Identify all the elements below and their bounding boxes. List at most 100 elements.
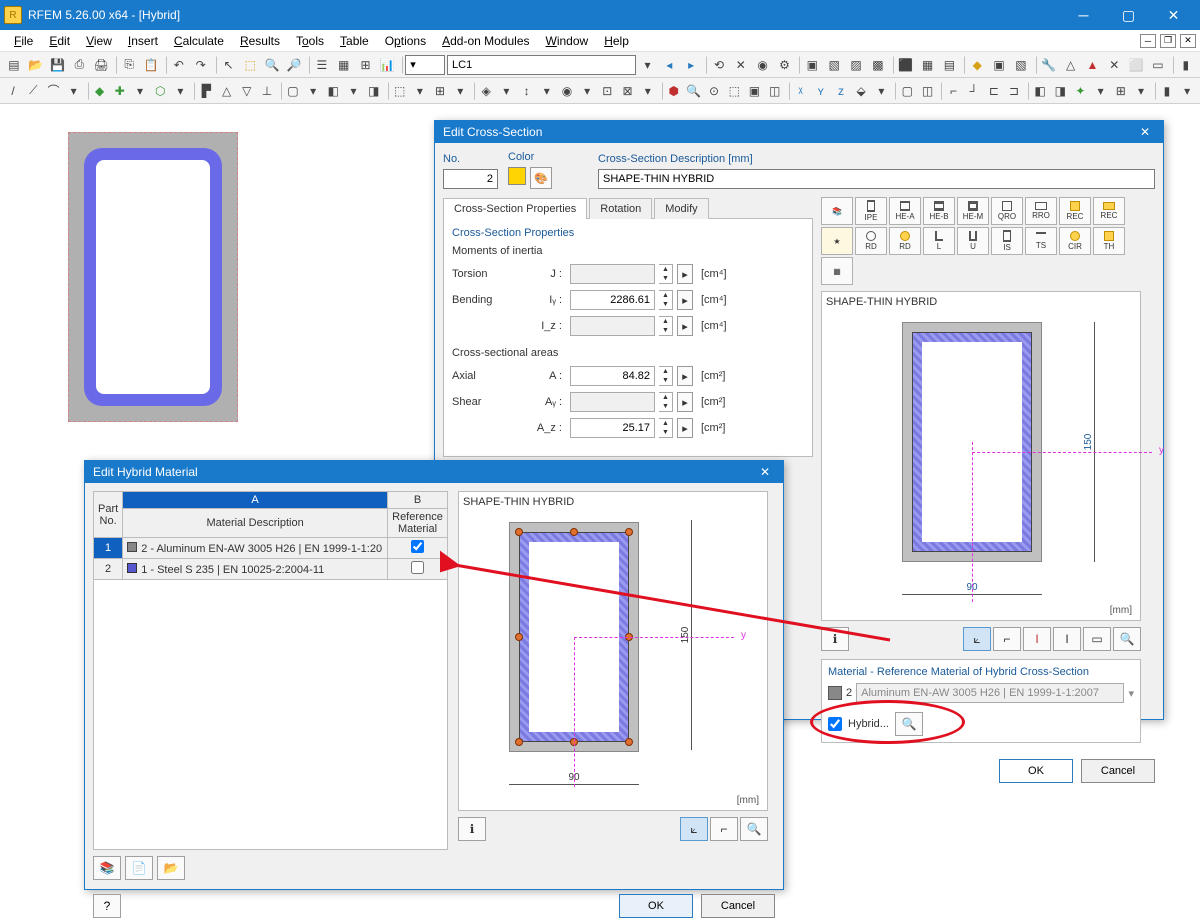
print-icon[interactable]: 🖨 — [91, 55, 111, 75]
material-dropdown-icon[interactable]: ▾ — [1128, 687, 1134, 700]
ehm-close-icon[interactable]: ✕ — [755, 465, 775, 479]
ecs-titlebar[interactable]: Edit Cross-Section ✕ — [435, 121, 1163, 143]
ehm-ok-button[interactable]: OK — [619, 894, 693, 918]
prof-heb[interactable]: HE-B — [923, 197, 955, 225]
hybrid-edit-icon[interactable]: 🔍 — [895, 712, 923, 736]
find-icon[interactable]: 🔍 — [262, 55, 282, 75]
node-c-icon[interactable]: ▾ — [131, 81, 149, 101]
maximize-button[interactable]: ▢ — [1106, 0, 1151, 30]
hybrid-checkbox[interactable] — [828, 717, 842, 731]
node-e-icon[interactable]: ▾ — [171, 81, 189, 101]
a-reset-icon[interactable]: ▸ — [677, 366, 693, 386]
copy-icon[interactable]: ⎘ — [119, 55, 139, 75]
t2-aq-icon[interactable]: ▾ — [1178, 81, 1196, 101]
tool-r-icon[interactable]: ✕ — [1104, 55, 1124, 75]
ehm-help-icon[interactable]: ? — [93, 894, 121, 918]
tool-m-icon[interactable]: ▣ — [989, 55, 1009, 75]
ehm-view-a-icon[interactable]: ⟀ — [680, 817, 708, 841]
tool-e-icon[interactable]: ▣ — [802, 55, 822, 75]
iz-spin[interactable]: ▲▼ — [659, 316, 673, 336]
t2-y-icon[interactable]: ᵡ — [792, 81, 810, 101]
tbl-btn-a-icon[interactable]: 📚 — [93, 856, 121, 880]
tool-t-icon[interactable]: ▭ — [1148, 55, 1168, 75]
t2-d-icon[interactable]: ▾ — [344, 81, 362, 101]
tool-c-icon[interactable]: ◉ — [753, 55, 773, 75]
prof-is[interactable]: IS — [991, 227, 1023, 255]
menu-view[interactable]: View — [78, 32, 120, 50]
caret-icon[interactable]: ▾ — [65, 81, 83, 101]
t2-ai-icon[interactable]: ⊐ — [1005, 81, 1023, 101]
prof-th[interactable]: TH — [1093, 227, 1125, 255]
ehm-view-c-icon[interactable]: 🔍 — [740, 817, 768, 841]
tab-rotation[interactable]: Rotation — [589, 198, 652, 219]
t2-ap-icon[interactable]: ▮ — [1158, 81, 1176, 101]
tab-modify[interactable]: Modify — [654, 198, 708, 219]
t2-q-icon[interactable]: ⊠ — [618, 81, 636, 101]
t2-ag-icon[interactable]: ┘ — [965, 81, 983, 101]
chart-icon[interactable]: 📊 — [377, 55, 397, 75]
prof-fav-icon[interactable]: ★ — [821, 227, 853, 255]
t2-ae-icon[interactable]: ◫ — [918, 81, 936, 101]
tool-i-icon[interactable]: ⬛ — [896, 55, 916, 75]
paste-icon[interactable]: 📋 — [141, 55, 161, 75]
ay-spin[interactable]: ▲▼ — [659, 392, 673, 412]
view-a-icon[interactable]: ⟀ — [963, 627, 991, 651]
t2-aj-icon[interactable]: ◧ — [1031, 81, 1049, 101]
t2-o-icon[interactable]: ▾ — [578, 81, 596, 101]
menu-table[interactable]: Table — [332, 32, 377, 50]
tbl-btn-b-icon[interactable]: 📄 — [125, 856, 153, 880]
t2-a-icon[interactable]: ▢ — [284, 81, 302, 101]
undo-icon[interactable]: ↶ — [169, 55, 189, 75]
prof-cir[interactable]: CIR — [1059, 227, 1091, 255]
ecs-close-icon[interactable]: ✕ — [1135, 125, 1155, 139]
col-b[interactable]: B — [388, 492, 448, 509]
tool-p-icon[interactable]: △ — [1061, 55, 1081, 75]
desc-input[interactable] — [598, 169, 1155, 189]
t2-c-icon[interactable]: ◧ — [324, 81, 342, 101]
tool-j-icon[interactable]: ▦ — [918, 55, 938, 75]
sup-a-icon[interactable]: △ — [217, 81, 235, 101]
t2-m-icon[interactable]: ▾ — [538, 81, 556, 101]
a-spin[interactable]: ▲▼ — [659, 366, 673, 386]
view-f-icon[interactable]: 🔍 — [1113, 627, 1141, 651]
t2-af-icon[interactable]: ⌐ — [944, 81, 962, 101]
tbl-btn-c-icon[interactable]: 📂 — [157, 856, 185, 880]
torsion-input[interactable] — [570, 264, 655, 284]
iy-spin[interactable]: ▲▼ — [659, 290, 673, 310]
t2-ac-icon[interactable]: ▾ — [872, 81, 890, 101]
loadcase-type[interactable]: ▾ — [405, 55, 445, 75]
select-icon[interactable]: ⬚ — [240, 55, 260, 75]
t2-al-icon[interactable]: ✦ — [1071, 81, 1089, 101]
minimize-button[interactable]: ─ — [1061, 0, 1106, 30]
t2-an-icon[interactable]: ⊞ — [1112, 81, 1130, 101]
prof-rd2[interactable]: RD — [889, 227, 921, 255]
list-icon[interactable]: ☰ — [312, 55, 332, 75]
ehm-info-icon[interactable]: ℹ — [458, 817, 486, 841]
info-icon[interactable]: ℹ — [821, 627, 849, 651]
lc-prev-icon[interactable]: ◂ — [659, 55, 679, 75]
tab-cs-properties[interactable]: Cross-Section Properties — [443, 198, 587, 219]
t2-am-icon[interactable]: ▾ — [1092, 81, 1110, 101]
menu-file[interactable]: File — [6, 32, 41, 50]
tool-a-icon[interactable]: ⟲ — [709, 55, 729, 75]
table-icon[interactable]: ▦ — [334, 55, 354, 75]
zoom-icon[interactable]: 🔎 — [284, 55, 304, 75]
mdi-restore[interactable]: ❐ — [1160, 34, 1176, 48]
node-a-icon[interactable]: ◆ — [91, 81, 109, 101]
t2-s-icon[interactable]: ⬢ — [665, 81, 683, 101]
sup-b-icon[interactable]: ▽ — [238, 81, 256, 101]
menu-results[interactable]: Results — [232, 32, 288, 50]
tool-u-icon[interactable]: ▮ — [1176, 55, 1196, 75]
t2-j-icon[interactable]: ◈ — [477, 81, 495, 101]
t2-ao-icon[interactable]: ▾ — [1132, 81, 1150, 101]
tool-l-icon[interactable]: ◆ — [967, 55, 987, 75]
node-b-icon[interactable]: ✚ — [111, 81, 129, 101]
iz-reset-icon[interactable]: ▸ — [677, 316, 693, 336]
mdi-minimize[interactable]: ─ — [1140, 34, 1156, 48]
mdi-close[interactable]: ✕ — [1180, 34, 1196, 48]
tool-k-icon[interactable]: ▤ — [939, 55, 959, 75]
lc-dropdown-icon[interactable]: ▾ — [638, 55, 658, 75]
tool-n-icon[interactable]: ▧ — [1011, 55, 1031, 75]
loadcase-combo[interactable] — [447, 55, 636, 75]
view-d-icon[interactable]: I — [1053, 627, 1081, 651]
